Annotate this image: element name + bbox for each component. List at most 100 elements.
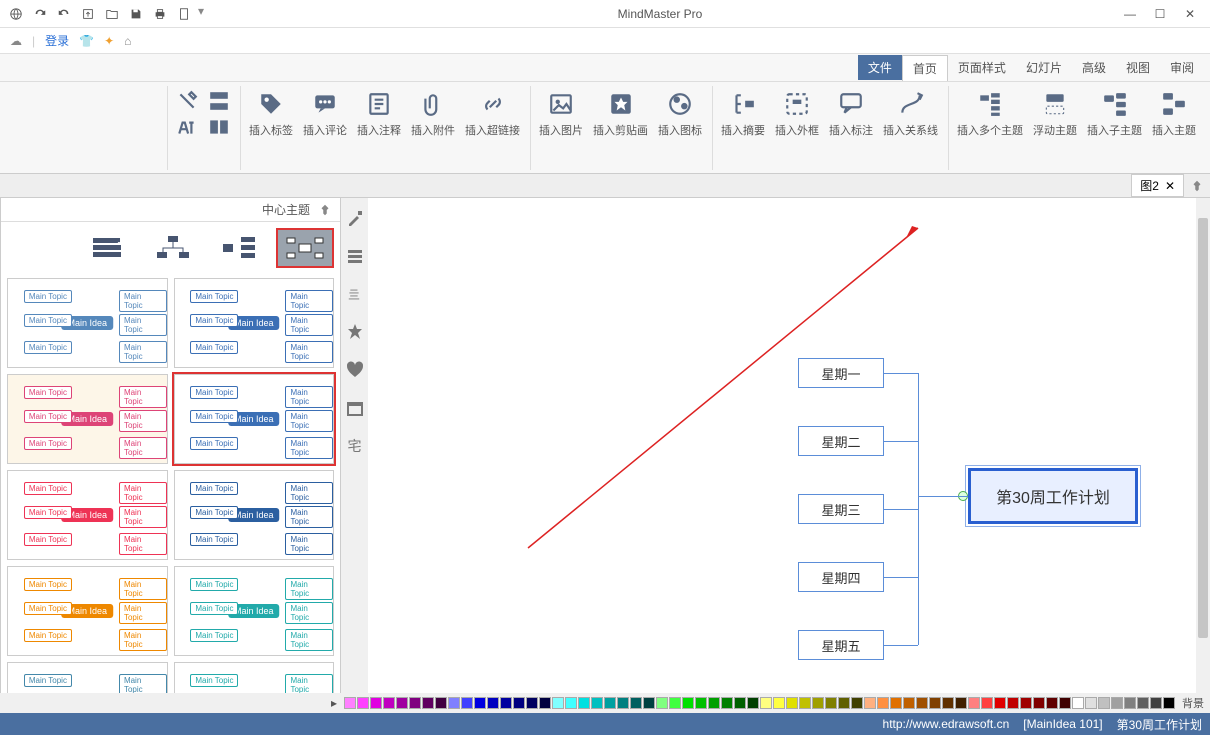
close-tab-icon[interactable]: ✕ bbox=[1165, 179, 1175, 193]
color-swatch[interactable] bbox=[1059, 697, 1071, 709]
rib-rel[interactable]: 插入关系线 bbox=[883, 86, 938, 138]
color-swatch[interactable] bbox=[370, 697, 382, 709]
menu-file[interactable]: 文件 bbox=[858, 55, 902, 80]
color-swatch[interactable] bbox=[461, 697, 473, 709]
status-url[interactable]: http://www.edrawsoft.cn bbox=[883, 717, 1010, 731]
theme-card[interactable]: Main IdeaMain TopicMain TopicMain TopicM… bbox=[7, 662, 168, 693]
color-swatch[interactable] bbox=[799, 697, 811, 709]
color-swatch[interactable] bbox=[422, 697, 434, 709]
color-swatch[interactable] bbox=[578, 697, 590, 709]
rib-mini[interactable] bbox=[208, 86, 230, 138]
color-swatch[interactable] bbox=[1137, 697, 1149, 709]
minimize-button[interactable]: — bbox=[1116, 3, 1144, 25]
export-icon[interactable] bbox=[78, 4, 98, 24]
color-swatch[interactable] bbox=[851, 697, 863, 709]
color-swatch[interactable] bbox=[474, 697, 486, 709]
calendar-icon[interactable] bbox=[345, 398, 365, 418]
color-swatch[interactable] bbox=[643, 697, 655, 709]
login-link[interactable]: 登录 bbox=[45, 32, 69, 49]
menu-style[interactable]: 页面样式 bbox=[948, 55, 1016, 80]
color-swatch[interactable] bbox=[955, 697, 967, 709]
shirt-icon[interactable]: 👕 bbox=[79, 34, 94, 48]
root-node[interactable]: 第30周工作计划 bbox=[968, 468, 1138, 524]
theme-card[interactable]: Main IdeaMain TopicMain TopicMain TopicM… bbox=[174, 566, 335, 656]
color-swatch[interactable] bbox=[682, 697, 694, 709]
maximize-button[interactable]: ☐ bbox=[1146, 3, 1174, 25]
rib-format[interactable] bbox=[176, 86, 198, 138]
theme-card[interactable]: Main IdeaMain TopicMain TopicMain TopicM… bbox=[7, 566, 168, 656]
color-swatch[interactable] bbox=[760, 697, 772, 709]
child-4[interactable]: 星期四 bbox=[798, 562, 884, 592]
rib-comment[interactable]: 插入评论 bbox=[303, 86, 347, 138]
heart-icon[interactable] bbox=[345, 360, 365, 380]
layout-radial[interactable] bbox=[278, 230, 332, 266]
doc-tab[interactable]: 图2✕ bbox=[1131, 174, 1184, 197]
rib-topic[interactable]: 插入主题 bbox=[1152, 86, 1196, 138]
rib-attach[interactable]: 插入附件 bbox=[411, 86, 455, 138]
rib-sub[interactable]: 插入子主题 bbox=[1087, 86, 1142, 138]
color-swatch[interactable] bbox=[1098, 697, 1110, 709]
rib-tag[interactable]: 插入标签 bbox=[249, 86, 293, 138]
scrollbar-v[interactable] bbox=[1196, 198, 1210, 693]
canvas[interactable]: 第30周工作计划 星期一 星期二 星期三 星期四 星期五 bbox=[368, 198, 1210, 693]
color-swatch[interactable] bbox=[1046, 697, 1058, 709]
cloud-icon[interactable]: ☁ bbox=[10, 34, 22, 48]
more-colors-icon[interactable]: ▸ bbox=[331, 696, 337, 710]
rib-link[interactable]: 插入超链接 bbox=[465, 86, 520, 138]
color-swatch[interactable] bbox=[721, 697, 733, 709]
color-swatch[interactable] bbox=[552, 697, 564, 709]
color-swatch[interactable] bbox=[435, 697, 447, 709]
color-swatch[interactable] bbox=[864, 697, 876, 709]
color-swatch[interactable] bbox=[1033, 697, 1045, 709]
print-icon[interactable] bbox=[150, 4, 170, 24]
color-swatch[interactable] bbox=[968, 697, 980, 709]
open-icon[interactable] bbox=[102, 4, 122, 24]
color-swatch[interactable] bbox=[708, 697, 720, 709]
color-swatch[interactable] bbox=[409, 697, 421, 709]
color-swatch[interactable] bbox=[357, 697, 369, 709]
color-swatch[interactable] bbox=[903, 697, 915, 709]
rib-pic[interactable]: 插入图片 bbox=[539, 86, 583, 138]
theme-card[interactable]: Main IdeaMain TopicMain TopicMain TopicM… bbox=[7, 374, 168, 464]
globe-icon[interactable] bbox=[6, 4, 26, 24]
rib-clip[interactable]: 插入剪贴画 bbox=[593, 86, 648, 138]
undo-icon[interactable] bbox=[54, 4, 74, 24]
menu-home[interactable]: 首页 bbox=[902, 55, 948, 81]
color-swatch[interactable] bbox=[942, 697, 954, 709]
color-swatch[interactable] bbox=[1150, 697, 1162, 709]
theme-card[interactable]: Main IdeaMain TopicMain TopicMain TopicM… bbox=[7, 278, 168, 368]
color-swatch[interactable] bbox=[344, 697, 356, 709]
color-swatch[interactable] bbox=[1072, 697, 1084, 709]
pin-icon[interactable] bbox=[1190, 179, 1204, 193]
color-swatch[interactable] bbox=[1020, 697, 1032, 709]
color-swatch[interactable] bbox=[383, 697, 395, 709]
child-2[interactable]: 星期二 bbox=[798, 426, 884, 456]
color-swatch[interactable] bbox=[1111, 697, 1123, 709]
cn-char-icon[interactable]: 宅 bbox=[348, 436, 362, 456]
brush-icon[interactable] bbox=[345, 208, 365, 228]
rib-summary[interactable]: 插入摘要 bbox=[721, 86, 765, 138]
color-swatch[interactable] bbox=[773, 697, 785, 709]
color-swatch[interactable] bbox=[1124, 697, 1136, 709]
rib-mark[interactable]: 插入图标 bbox=[658, 86, 702, 138]
color-swatch[interactable] bbox=[981, 697, 993, 709]
child-3[interactable]: 星期三 bbox=[798, 494, 884, 524]
theme-card[interactable]: Main IdeaMain TopicMain TopicMain TopicM… bbox=[174, 374, 335, 464]
color-swatch[interactable] bbox=[500, 697, 512, 709]
color-swatch[interactable] bbox=[617, 697, 629, 709]
color-swatch[interactable] bbox=[526, 697, 538, 709]
new-icon[interactable] bbox=[174, 4, 194, 24]
save-icon[interactable] bbox=[126, 4, 146, 24]
color-swatch[interactable] bbox=[695, 697, 707, 709]
color-swatch[interactable] bbox=[669, 697, 681, 709]
color-swatch[interactable] bbox=[812, 697, 824, 709]
menu-view[interactable]: 视图 bbox=[1116, 55, 1160, 80]
color-swatch[interactable] bbox=[513, 697, 525, 709]
home-icon[interactable]: ⌂ bbox=[124, 34, 131, 48]
color-swatch[interactable] bbox=[487, 697, 499, 709]
color-swatch[interactable] bbox=[1007, 697, 1019, 709]
color-swatch[interactable] bbox=[890, 697, 902, 709]
color-swatch[interactable] bbox=[1163, 697, 1175, 709]
color-swatch[interactable] bbox=[630, 697, 642, 709]
color-swatch[interactable] bbox=[734, 697, 746, 709]
